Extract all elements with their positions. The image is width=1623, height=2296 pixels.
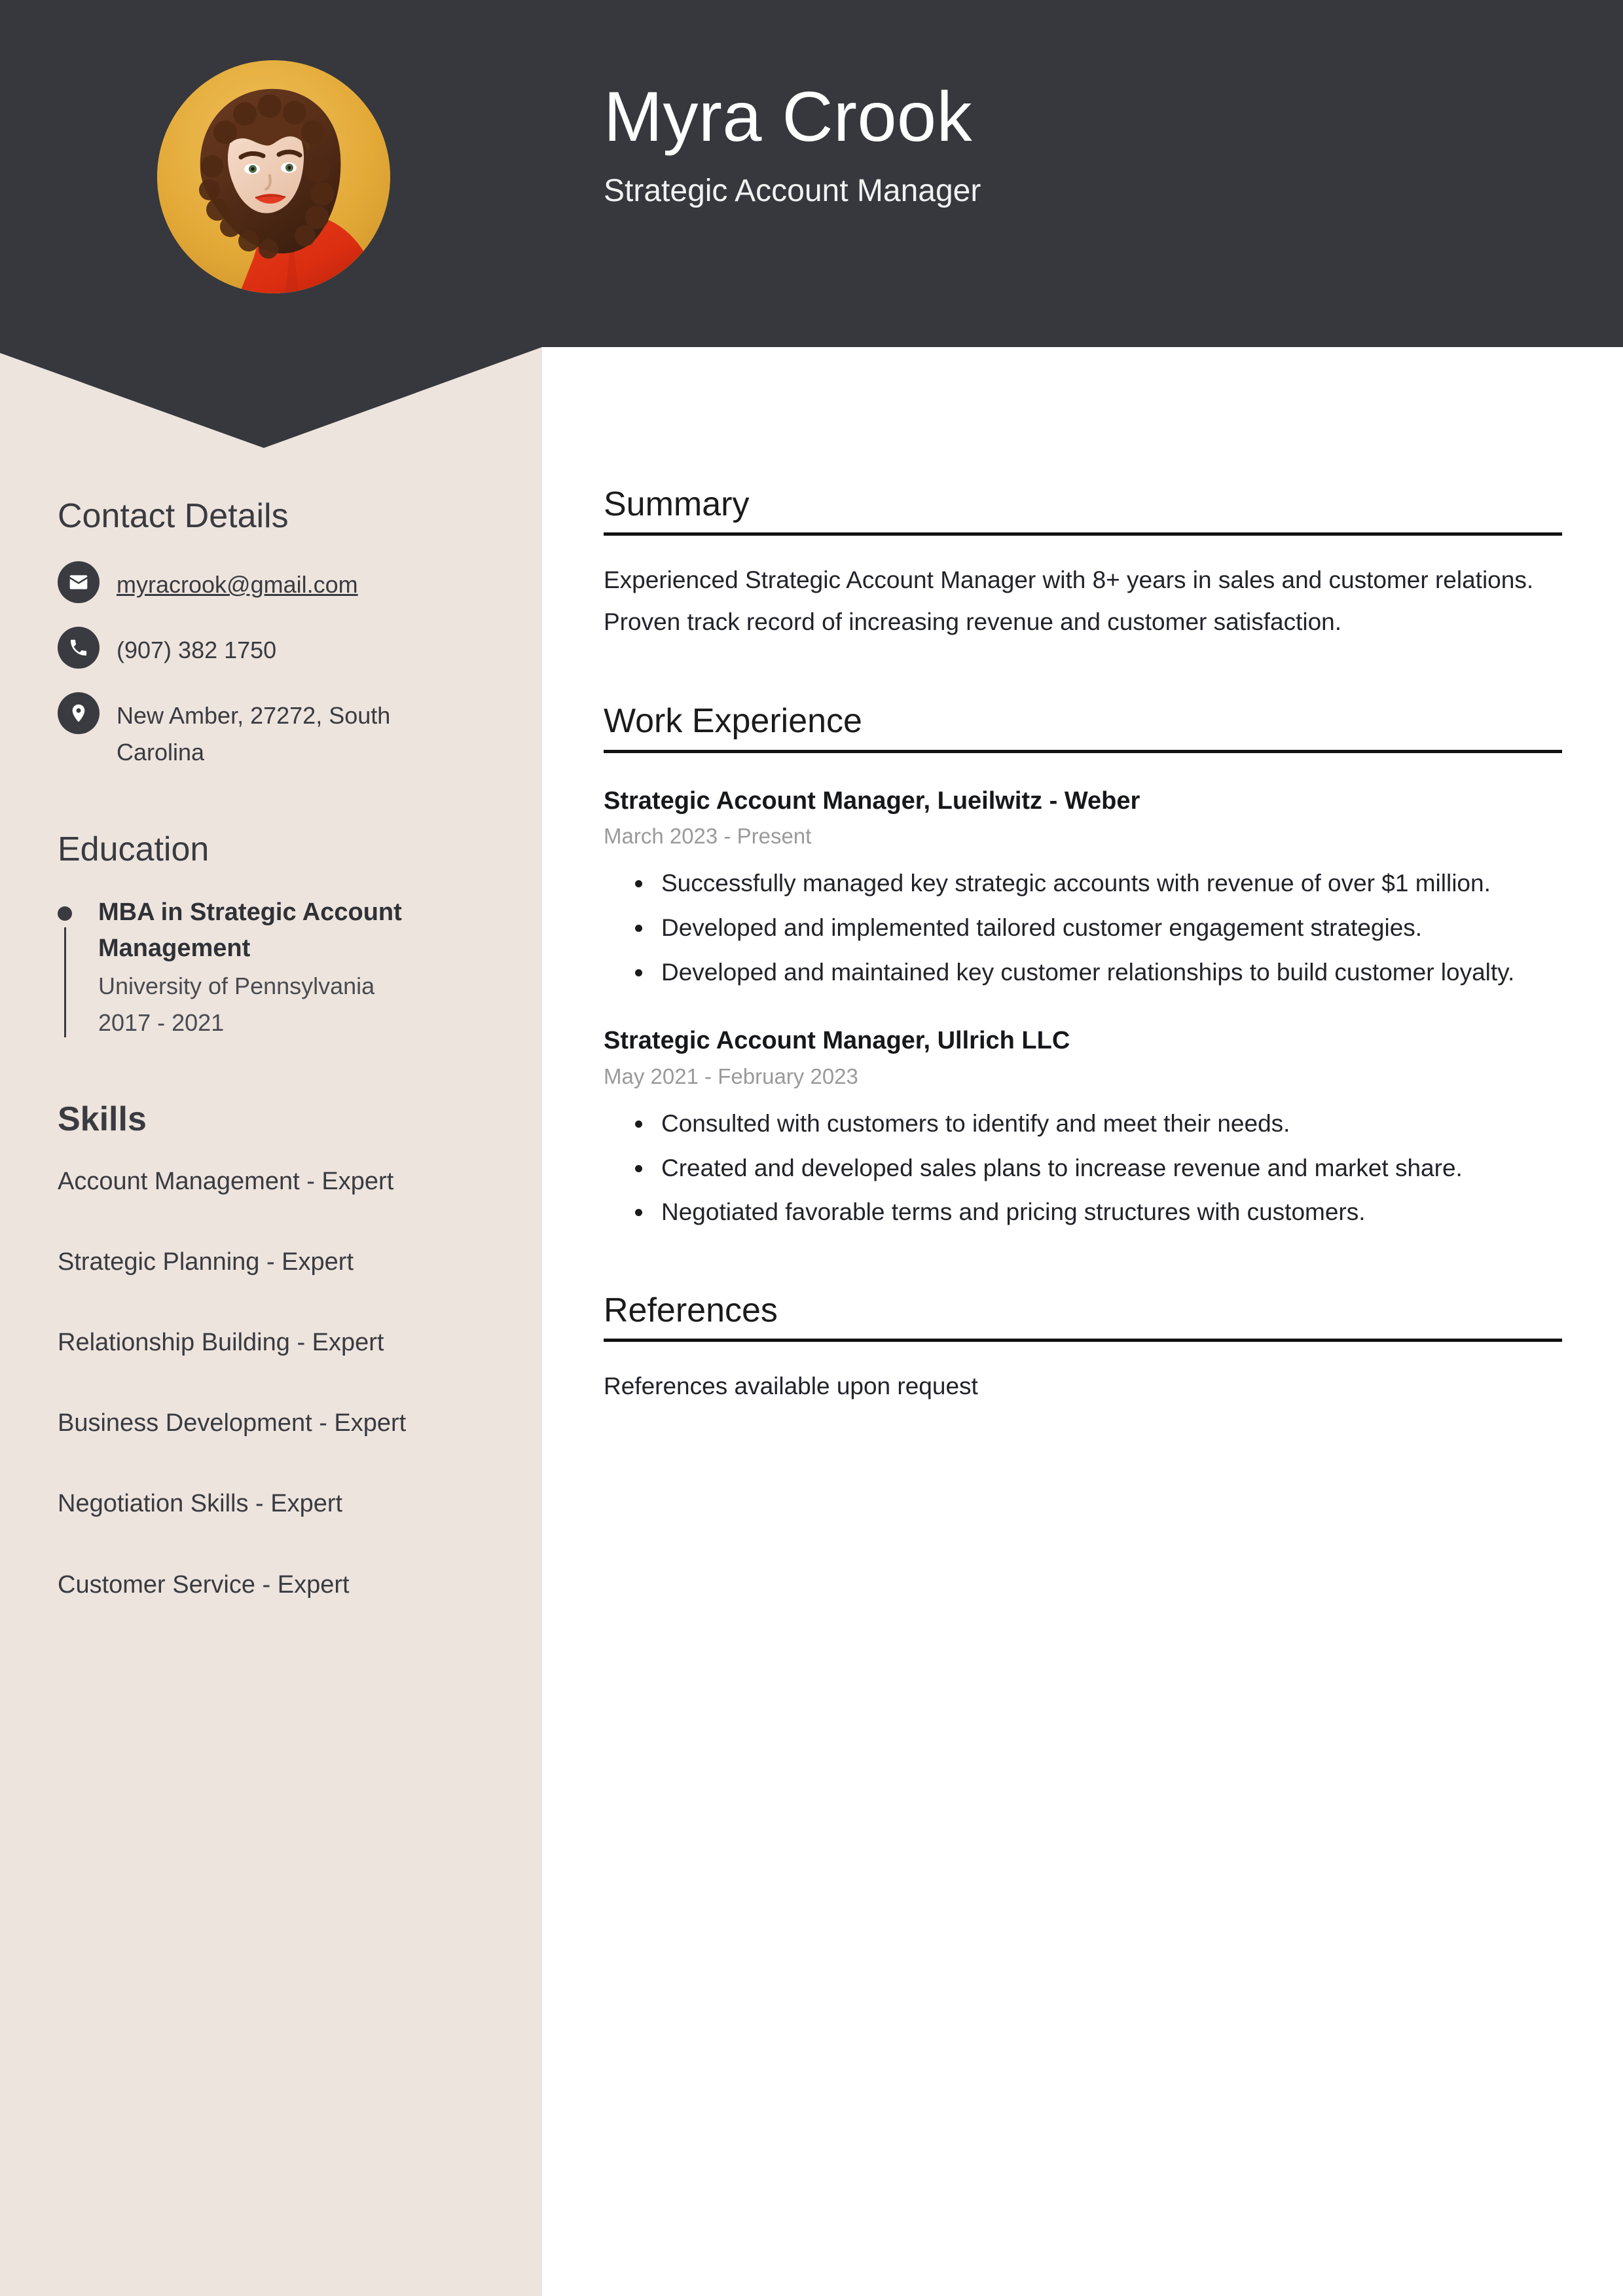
header-text-block: Myra Crook Strategic Account Manager [604,77,1520,212]
references-text: References available upon request [604,1373,978,1400]
education-dates: 2017 - 2021 [98,1009,225,1037]
avatar-portrait-icon [157,60,390,293]
person-job-title: Strategic Account Manager [604,173,981,208]
references-divider [604,1339,1562,1342]
skill-item: Negotiation Skills - Expert [58,1490,343,1518]
job-bullet-list: Consulted with customers to identify and… [604,1103,1562,1233]
summary-text: Experienced Strategic Account Manager wi… [604,566,1534,635]
sidebar: Contact Details myracrook@gmail.com (907… [58,497,477,1602]
job-entry: Strategic Account Manager, Ullrich LLC M… [604,1024,1562,1233]
references-heading: References [604,1291,778,1330]
main-content: Summary Experienced Strategic Account Ma… [604,485,1562,1407]
job-bullet: Negotiated favorable terms and pricing s… [635,1191,1562,1233]
job-bullet-list: Successfully managed key strategic accou… [604,862,1562,993]
contact-item-email[interactable]: myracrook@gmail.com [58,561,477,604]
job-dates: March 2023 - Present [604,823,812,848]
avatar [157,60,390,293]
work-experience-section: Work Experience Strategic Account Manage… [604,703,1562,1233]
skill-item: Strategic Planning - Expert [58,1248,354,1276]
envelope-icon [58,561,100,604]
summary-heading: Summary [604,485,750,523]
skill-item: Business Development - Expert [58,1409,407,1437]
contact-item-phone[interactable]: (907) 382 1750 [58,627,477,669]
job-bullet: Created and developed sales plans to inc… [635,1147,1562,1189]
phone-icon [58,627,100,669]
job-entry: Strategic Account Manager, Lueilwitz - W… [604,785,1562,993]
summary-section: Summary Experienced Strategic Account Ma… [604,485,1562,642]
education-item: MBA in Strategic Account Management Univ… [58,895,477,1041]
education-list: MBA in Strategic Account Management Univ… [58,895,477,1041]
location-pin-icon [58,692,100,735]
skills-list: Account Management - Expert Strategic Pl… [58,1164,477,1602]
references-section: References References available upon req… [604,1291,1562,1407]
job-bullet: Developed and maintained key customer re… [635,952,1562,993]
contact-list: myracrook@gmail.com (907) 382 1750 New A… [58,561,477,771]
contact-item-address[interactable]: New Amber, 27272, South Carolina [58,692,477,771]
job-title: Strategic Account Manager, Ullrich LLC [604,1027,1070,1055]
work-experience-heading: Work Experience [604,702,862,741]
education-timeline-line [64,927,66,1037]
contact-address-value[interactable]: New Amber, 27272, South Carolina [117,692,444,771]
job-bullet: Successfully managed key strategic accou… [635,862,1562,904]
resume-page: Myra Crook Strategic Account Manager Con… [0,0,1623,2296]
job-dates: May 2021 - February 2023 [604,1064,858,1088]
summary-divider [604,532,1562,536]
education-degree: MBA in Strategic Account Management [98,898,402,963]
contact-email-value[interactable]: myracrook@gmail.com [117,561,358,603]
skill-item: Relationship Building - Expert [58,1329,384,1357]
skill-item: Account Management - Expert [58,1167,394,1195]
job-bullet: Developed and implemented tailored custo… [635,907,1562,949]
contact-phone-value[interactable]: (907) 382 1750 [117,627,276,669]
header-chevron-shape [0,327,542,448]
education-bullet-dot [58,906,72,921]
job-title: Strategic Account Manager, Lueilwitz - W… [604,787,1140,815]
person-name: Myra Crook [604,77,973,156]
skill-item: Customer Service - Expert [58,1570,350,1599]
skills-heading: Skills [58,1100,147,1138]
work-experience-divider [604,749,1562,753]
education-heading: Education [58,830,210,868]
contact-details-heading: Contact Details [58,497,289,535]
education-school: University of Pennsylvania [98,972,375,1000]
job-bullet: Consulted with customers to identify and… [635,1103,1562,1145]
